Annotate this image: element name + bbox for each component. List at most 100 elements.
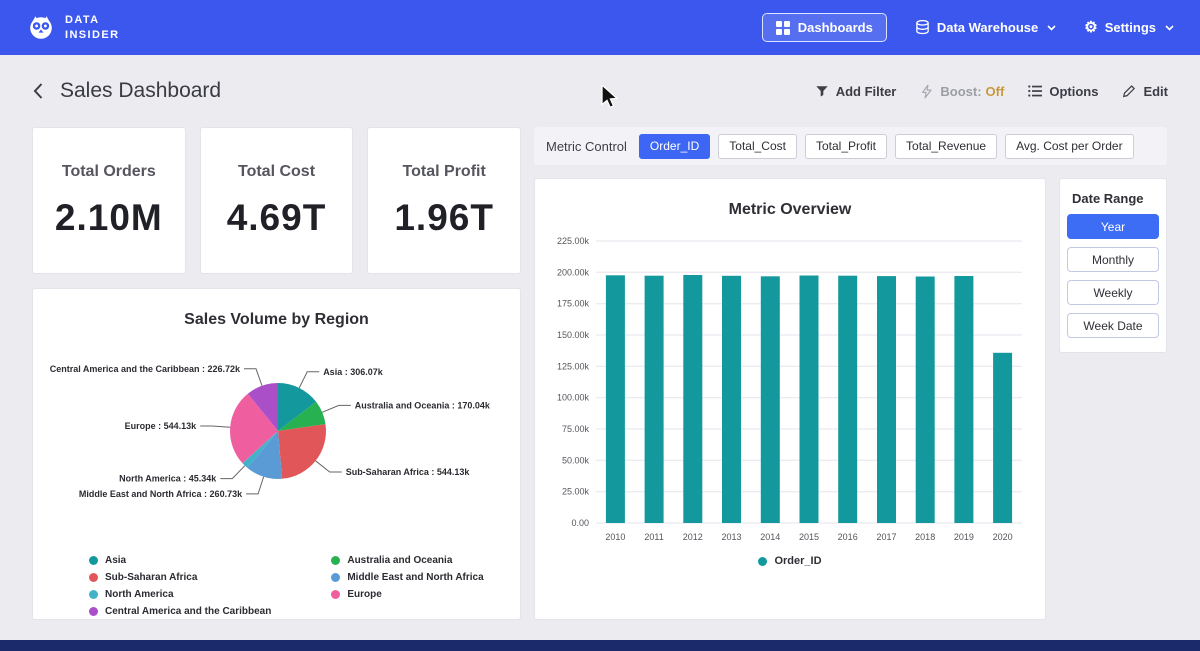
date-range-buttons-group: Year Monthly Weekly Week Date — [1067, 214, 1159, 338]
kpi-label: Total Profit — [403, 163, 486, 181]
pie-legend-item-north-america[interactable]: North America — [89, 589, 271, 600]
pie-legend-item-sub-saharan-africa[interactable]: Sub-Saharan Africa — [89, 572, 271, 583]
pie-leader-line — [244, 369, 262, 386]
x-tick-label: 2018 — [915, 532, 935, 542]
pie-slice-label: Australia and Oceania : 170.04k — [355, 400, 491, 410]
x-tick-label: 2019 — [954, 532, 974, 542]
boost-toggle[interactable]: Boost: Off — [920, 84, 1004, 99]
y-tick-label: 50.00k — [562, 455, 590, 465]
boost-value: Off — [986, 84, 1005, 99]
pie-legend-item-middle-east-and-north-africa[interactable]: Middle East and North Africa — [331, 572, 483, 583]
back-button[interactable] — [32, 82, 44, 100]
legend-label: Europe — [347, 589, 381, 600]
top-navbar: DATA INSIDER Dashboards Data Warehouse ⚙… — [0, 0, 1200, 55]
legend-dot-icon — [331, 573, 340, 582]
edit-button[interactable]: Edit — [1122, 84, 1168, 99]
bar-2013[interactable] — [722, 276, 741, 523]
bar-2018[interactable] — [916, 277, 935, 524]
pie-legend-item-central-america-and-the-caribbean[interactable]: Central America and the Caribbean — [89, 606, 271, 617]
nav-dashboards-button[interactable]: Dashboards — [762, 13, 887, 42]
database-icon — [915, 20, 930, 35]
bar-2017[interactable] — [877, 276, 896, 523]
nav-data-warehouse[interactable]: Data Warehouse — [915, 20, 1056, 35]
kpi-total-cost: Total Cost 4.69T — [200, 127, 354, 274]
bar-2019[interactable] — [954, 276, 973, 523]
pie-leader-line — [316, 461, 342, 472]
gear-icon: ⚙ — [1084, 20, 1097, 35]
date-range-button-weekly[interactable]: Weekly — [1067, 280, 1159, 305]
pie-leader-line — [220, 466, 245, 479]
kpi-value: 1.96T — [394, 197, 494, 239]
date-range-button-monthly[interactable]: Monthly — [1067, 247, 1159, 272]
bar-2016[interactable] — [838, 276, 857, 523]
footer-bar — [0, 640, 1200, 651]
pie-chart-title: Sales Volume by Region — [33, 311, 520, 329]
pie-slice-sub-saharan-africa[interactable] — [278, 424, 326, 479]
date-range-button-week-date[interactable]: Week Date — [1067, 313, 1159, 338]
legend-dot-icon — [758, 557, 767, 566]
kpi-total-orders: Total Orders 2.10M — [32, 127, 186, 274]
bar-2020[interactable] — [993, 353, 1012, 523]
options-button[interactable]: Options — [1028, 84, 1098, 99]
pie-legend-item-asia[interactable]: Asia — [89, 555, 271, 566]
kpi-label: Total Cost — [238, 163, 315, 181]
metric-button-total-cost[interactable]: Total_Cost — [718, 134, 797, 159]
pie-slice-label: Middle East and North Africa : 260.73k — [79, 489, 243, 499]
lightning-icon — [920, 84, 933, 99]
pie-legend-item-australia-and-oceania[interactable]: Australia and Oceania — [331, 555, 483, 566]
bar-chart-title: Metric Overview — [729, 201, 852, 219]
y-tick-label: 225.00k — [557, 236, 590, 246]
metric-control-bar: Metric Control Order_IDTotal_CostTotal_P… — [534, 127, 1167, 165]
pencil-icon — [1122, 84, 1136, 98]
add-filter-button[interactable]: Add Filter — [815, 84, 897, 99]
date-range-button-year[interactable]: Year — [1067, 214, 1159, 239]
pie-legend-item-europe[interactable]: Europe — [331, 589, 483, 600]
legend-dot-icon — [89, 590, 98, 599]
bar-2011[interactable] — [645, 276, 664, 523]
bar-chart-legend: Order_ID — [758, 555, 821, 567]
boost-label: Boost: — [940, 84, 981, 99]
legend-label: Middle East and North Africa — [347, 572, 483, 583]
bar-legend-item-order-id[interactable]: Order_ID — [758, 555, 821, 567]
y-tick-label: 100.00k — [557, 393, 590, 403]
legend-label: Asia — [105, 555, 126, 566]
options-label: Options — [1049, 84, 1098, 99]
legend-label: Sub-Saharan Africa — [105, 572, 197, 583]
chevron-down-icon — [1047, 25, 1056, 31]
metric-button-total-profit[interactable]: Total_Profit — [805, 134, 887, 159]
metric-button-total-revenue[interactable]: Total_Revenue — [895, 134, 997, 159]
list-options-icon — [1028, 85, 1042, 97]
kpi-total-profit: Total Profit 1.96T — [367, 127, 521, 274]
pie-leader-line — [200, 426, 230, 427]
pie-slice-label: Sub-Saharan Africa : 544.13k — [346, 467, 471, 477]
kpi-value: 2.10M — [55, 197, 163, 239]
bar-2010[interactable] — [606, 275, 625, 523]
chevron-down-icon — [1165, 25, 1174, 31]
brand-logo[interactable]: DATA INSIDER — [26, 13, 119, 43]
x-tick-label: 2016 — [838, 532, 858, 542]
x-tick-label: 2011 — [644, 532, 663, 542]
legend-label: Order_ID — [774, 555, 821, 567]
nav-data-warehouse-label: Data Warehouse — [937, 20, 1038, 35]
y-tick-label: 75.00k — [562, 424, 590, 434]
bar-2012[interactable] — [683, 275, 702, 523]
pie-slice-label: North America : 45.34k — [119, 474, 217, 484]
metric-button-avg-cost-per-order[interactable]: Avg. Cost per Order — [1005, 134, 1134, 159]
left-column: Total Orders 2.10M Total Cost 4.69T Tota… — [32, 127, 521, 620]
filter-funnel-icon — [815, 84, 829, 98]
x-tick-label: 2013 — [721, 532, 741, 542]
bar-2014[interactable] — [761, 276, 780, 523]
legend-label: North America — [105, 589, 174, 600]
bar-2015[interactable] — [800, 276, 819, 524]
nav-settings[interactable]: ⚙ Settings — [1084, 20, 1174, 35]
x-tick-label: 2017 — [876, 532, 896, 542]
owl-logo-icon — [26, 13, 56, 43]
x-tick-label: 2012 — [683, 532, 703, 542]
x-tick-label: 2014 — [760, 532, 780, 542]
pie-leader-line — [322, 405, 351, 412]
kpi-row: Total Orders 2.10M Total Cost 4.69T Tota… — [32, 127, 521, 274]
edit-label: Edit — [1143, 84, 1168, 99]
date-range-card: Date Range YearMonthlyWeeklyWeek Date — [1059, 178, 1167, 353]
metric-button-order-id[interactable]: Order_ID — [639, 134, 710, 159]
nav-dashboards-label: Dashboards — [798, 20, 873, 35]
